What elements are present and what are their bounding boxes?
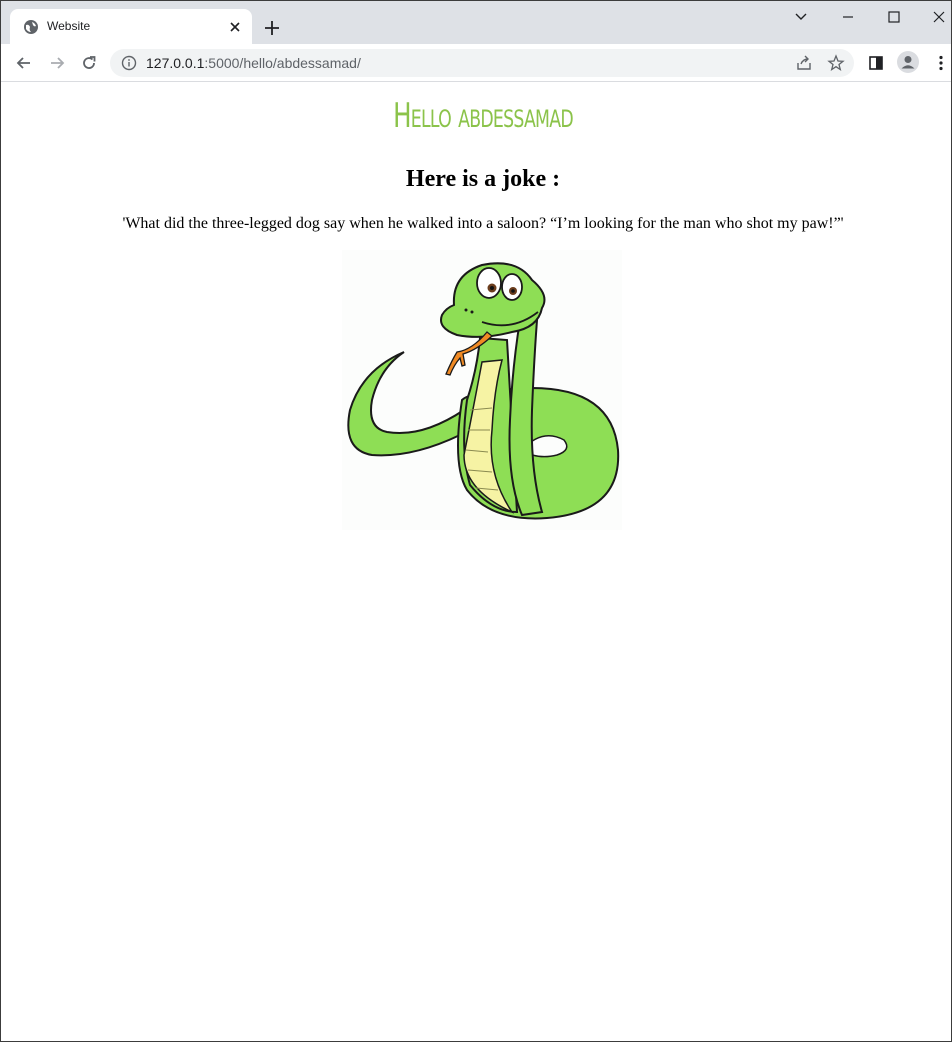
info-icon[interactable] (121, 55, 137, 71)
profile-icon[interactable] (897, 51, 919, 73)
close-icon[interactable] (228, 20, 242, 34)
toolbar: 127.0.0.1:5000/hello/abdessamad/ (1, 44, 951, 82)
forward-arrow-icon[interactable] (47, 53, 67, 73)
back-arrow-icon[interactable] (14, 53, 34, 73)
snake-illustration (347, 262, 620, 520)
side-panel-icon[interactable] (866, 53, 886, 73)
globe-icon (24, 20, 38, 34)
page-content: Hello abdessamad Here is a joke : 'What … (1, 82, 951, 1041)
browser-window: Website 127.0.0.1:5000/hello/abdessamad/… (0, 0, 952, 1042)
plus-icon[interactable] (263, 19, 281, 37)
joke-heading: Here is a joke : (405, 166, 561, 192)
kebab-menu-icon[interactable] (931, 53, 951, 73)
snake-image (342, 250, 622, 530)
url-host: 127.0.0.1 (146, 55, 205, 71)
tab-search-chevron-icon[interactable] (791, 7, 811, 27)
tab-strip: Website (1, 1, 951, 44)
reload-icon[interactable] (79, 53, 99, 73)
tab-website[interactable]: Website (10, 9, 252, 44)
url-path: :5000/hello/abdessamad/ (204, 55, 361, 71)
window-close-icon[interactable] (929, 7, 949, 27)
maximize-icon[interactable] (884, 7, 904, 27)
share-icon[interactable] (795, 54, 813, 72)
greeting-heading: Hello abdessamad (393, 96, 574, 136)
joke-text: 'What did the three-legged dog say when … (122, 215, 844, 232)
tab-title: Website (47, 19, 91, 33)
star-icon[interactable] (827, 54, 845, 72)
minimize-icon[interactable] (838, 7, 858, 27)
url-text[interactable]: 127.0.0.1:5000/hello/abdessamad/ (146, 55, 361, 71)
person-icon (901, 56, 915, 69)
address-bar[interactable]: 127.0.0.1:5000/hello/abdessamad/ (110, 49, 854, 77)
